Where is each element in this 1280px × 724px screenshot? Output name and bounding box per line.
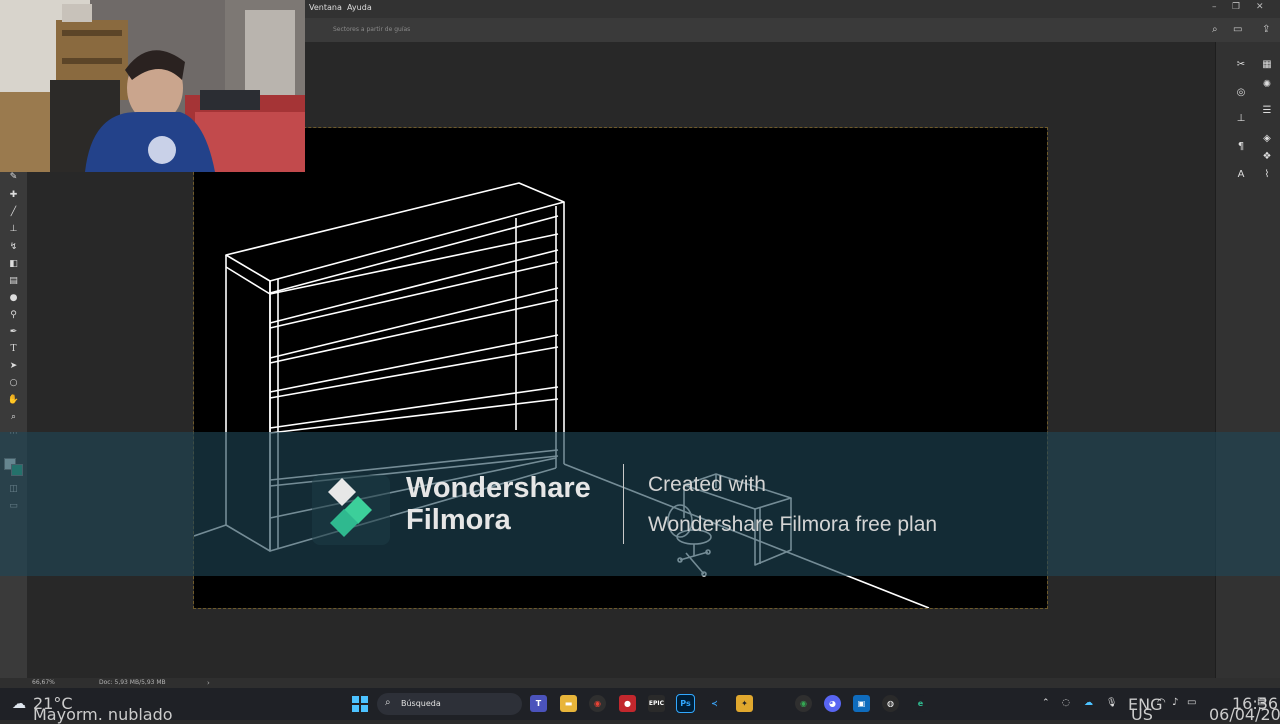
chrome-profile-icon[interactable]: ◉ [795, 695, 812, 712]
eraser-icon[interactable]: ◧ [6, 257, 21, 271]
webcam-overlay [0, 0, 305, 172]
workspace-icon[interactable]: ▭ [1233, 24, 1242, 35]
search-placeholder: Búsqueda [401, 699, 441, 708]
region-indicator[interactable]: US [1131, 705, 1153, 724]
vscode-icon[interactable]: ≺ [706, 695, 723, 712]
brand-line-2: Filmora [406, 504, 511, 536]
search-icon[interactable]: ⌕ [1212, 24, 1218, 35]
edge-icon[interactable]: e [912, 695, 929, 712]
filmora-logo [312, 475, 390, 549]
hand-icon[interactable]: ✋ [6, 393, 21, 407]
clock-date[interactable]: 06/04/2024 [1209, 705, 1280, 724]
path-selection-icon[interactable]: ➤ [6, 359, 21, 373]
ellipse-icon[interactable]: ○ [6, 376, 21, 390]
paragraph-icon[interactable]: ¶ [1232, 138, 1250, 156]
onedrive-icon[interactable]: ☁ [1084, 698, 1093, 708]
store-app-icon[interactable]: ▣ [853, 695, 870, 712]
zoom-level[interactable]: 66,67% [32, 679, 55, 686]
weather-icon[interactable]: ☁ [12, 696, 26, 712]
panels-dock: ✂ ▦ ✺ ◎ ☰ ⊥ ◈ ¶ ❖ A ⌇ [1215, 42, 1280, 678]
stamp-icon[interactable]: ⊥ [6, 222, 21, 236]
minimize-icon[interactable]: – [1212, 2, 1217, 12]
brand-line-1: Wondershare [406, 472, 591, 504]
filmora-watermark-banner [0, 432, 1280, 576]
watermark-note-line-1: Created with [648, 473, 766, 496]
properties-icon[interactable]: ☰ [1258, 102, 1276, 120]
taskbar-search[interactable]: ⌕ Búsqueda [377, 693, 522, 715]
dodge-icon[interactable]: ⚲ [6, 308, 21, 322]
slices-from-guides-button[interactable]: Sectores a partir de guías [333, 26, 410, 33]
menu-ventana[interactable]: Ventana [309, 3, 342, 12]
start-button[interactable] [352, 696, 368, 712]
file-explorer-icon[interactable]: ▬ [560, 695, 577, 712]
photoshop-icon[interactable]: Ps [676, 694, 695, 713]
healing-brush-icon[interactable]: ✚ [6, 188, 21, 202]
wifi-icon[interactable]: ◠ [1157, 697, 1166, 708]
record-app-icon[interactable]: ● [619, 695, 636, 712]
type-tool-icon[interactable]: T [6, 342, 21, 356]
grid-panel-icon[interactable]: ▦ [1258, 56, 1276, 74]
menu-ayuda[interactable]: Ayuda [347, 3, 372, 12]
battery-icon[interactable]: ▭ [1187, 697, 1196, 708]
paths-icon[interactable]: ⌇ [1258, 166, 1276, 184]
weather-description[interactable]: Mayorm. nublado [33, 705, 173, 724]
microphone-icon[interactable]: 🎙 [1106, 698, 1117, 708]
close-icon[interactable]: ✕ [1256, 2, 1264, 12]
brush-settings-icon[interactable]: ✂ [1232, 56, 1250, 74]
chrome-icon[interactable]: ◉ [589, 695, 606, 712]
status-bar: 66,67% Doc: 5,93 MB/5,93 MB › [0, 678, 1280, 688]
tray-overflow-icon[interactable]: ⌃ [1042, 698, 1050, 708]
teams-app-icon[interactable]: T [530, 695, 547, 712]
search-icon: ⌕ [385, 697, 391, 708]
document-size: Doc: 5,93 MB/5,93 MB [99, 679, 166, 686]
adjustments-icon[interactable]: ✺ [1258, 76, 1276, 94]
restore-icon[interactable]: ❐ [1232, 2, 1240, 12]
volume-icon[interactable]: ♪ [1172, 697, 1178, 708]
paint-brush-icon[interactable]: ╱ [6, 205, 21, 219]
tray-app-icon[interactable]: ◌ [1062, 698, 1070, 708]
history-brush-icon[interactable]: ↯ [6, 240, 21, 254]
discord-icon[interactable]: ◕ [824, 695, 841, 712]
file-app-icon[interactable]: ✦ [736, 695, 753, 712]
layers-icon[interactable]: ◈ [1258, 130, 1276, 148]
channels-icon[interactable]: ❖ [1258, 148, 1276, 166]
clone-source-icon[interactable]: ⊥ [1232, 110, 1250, 128]
epic-games-icon[interactable]: EPIC [648, 695, 665, 712]
zoom-icon[interactable]: ⌕ [6, 410, 21, 424]
obs-icon[interactable]: ◍ [882, 695, 899, 712]
window-controls: – ❐ ✕ [1200, 0, 1280, 18]
brush-icon[interactable]: ✎ [6, 170, 21, 184]
watermark-divider [623, 464, 624, 544]
3d-panel-icon[interactable]: ◎ [1232, 84, 1250, 102]
character-icon[interactable]: A [1232, 166, 1250, 184]
gradient-icon[interactable]: ▤ [6, 274, 21, 288]
status-arrow-icon[interactable]: › [207, 679, 210, 687]
blur-icon[interactable]: ● [6, 291, 21, 305]
pen-icon[interactable]: ✒ [6, 325, 21, 339]
watermark-note-line-2: Wondershare Filmora free plan [648, 513, 938, 536]
notifications-icon[interactable]: ▤ [1257, 696, 1266, 707]
share-icon[interactable]: ⇪ [1262, 24, 1270, 35]
